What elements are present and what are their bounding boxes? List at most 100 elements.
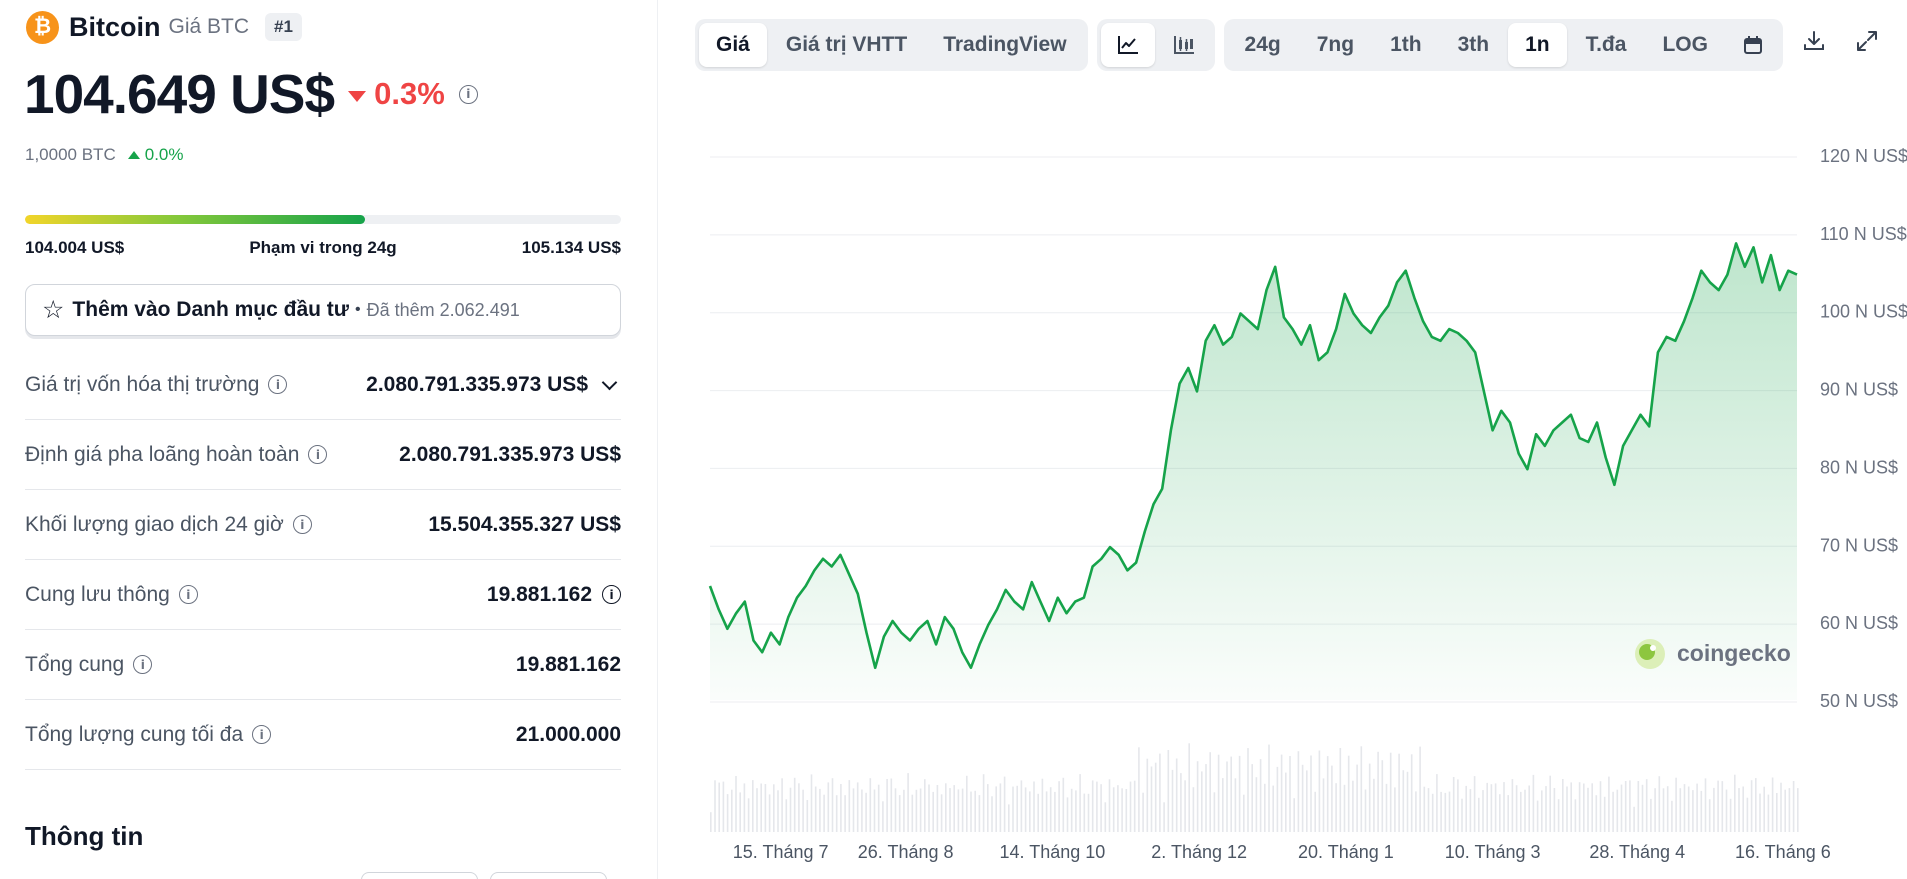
volume-bar [907,773,909,832]
volume-bar [1763,786,1765,832]
volume-bar [991,796,993,832]
volume-bar [882,801,884,832]
volume-bar [1297,751,1300,832]
caret-up-icon [127,151,140,159]
volume-bar [1368,763,1371,832]
market-cap-value-toggle[interactable]: 2.080.791.335.973 US$ [366,373,621,397]
info-icon[interactable]: i [178,585,198,604]
volume-bar [1713,787,1715,832]
volume-bar [1184,780,1186,832]
volume-bar [739,792,741,832]
info-icon[interactable]: i [268,375,288,394]
volume-bar [1217,754,1220,832]
volume-bar [1259,759,1262,832]
volume-bar [1301,764,1304,832]
info-pill[interactable] [490,872,607,879]
info-icon[interactable]: i [133,655,153,674]
volume-bar [760,783,762,832]
tab-market-cap[interactable]: Giá trị VHTT [769,23,924,67]
volume-bar [1612,791,1614,832]
volume-bar [1343,784,1346,832]
range-24h[interactable]: 24g [1228,23,1298,67]
y-tick-label: 110 N US$ [1820,224,1907,244]
volume-bar [911,794,914,832]
calendar-icon [1743,36,1762,54]
info-icon[interactable]: i [308,445,328,464]
volume-bar [1692,790,1694,832]
info-icon[interactable]: i [292,515,312,534]
volume-bar [1788,788,1791,832]
btc-change-percent: 0.0% [144,145,184,164]
price-area-fill [710,243,1797,700]
volume-bar [924,779,926,832]
info-icon[interactable]: i [602,585,621,604]
bitcoin-logo-icon: ₿ [26,10,59,44]
volume-bar [1742,786,1744,832]
volume-bar [940,794,943,832]
coin-name: Bitcoin [69,11,161,42]
tab-price[interactable]: Giá [699,23,767,67]
stat-value: 21.000.000 [515,722,621,746]
volume-bar [961,788,964,832]
fullscreen-button[interactable] [1845,19,1889,63]
volume-bar [1595,795,1598,832]
range-3m[interactable]: 3th [1441,23,1507,67]
info-pill[interactable] [361,872,478,879]
volume-bar [1222,778,1224,832]
volume-bar [1570,782,1572,832]
volume-bar [1389,752,1392,832]
volume-bar [1410,754,1413,832]
volume-bar [1717,780,1719,832]
range-1m[interactable]: 1th [1373,23,1439,67]
volume-bar [1511,779,1514,832]
range-log[interactable]: LOG [1645,23,1725,67]
volume-bar [1666,786,1669,832]
coin-summary-panel: ₿ Bitcoin Giá BTC #1 104.649 US$ 0.3% i … [0,0,658,879]
volume-bar [1797,788,1799,832]
tab-tradingview[interactable]: TradingView [926,23,1083,67]
star-icon: ☆ [42,295,65,324]
info-icon[interactable]: i [458,84,478,104]
volume-bar [1444,792,1447,832]
volume-bar [1499,794,1501,832]
range-1y[interactable]: 1n [1508,23,1567,67]
volume-bar [806,800,809,832]
candlestick-button[interactable] [1157,23,1211,67]
volume-bar [1494,783,1497,832]
volume-bar [1528,785,1530,832]
volume-bar [1591,783,1593,832]
volume-bar [1033,781,1035,832]
volume-bar [1658,776,1661,832]
volume-bar [970,791,972,832]
y-tick-label: 50 N US$ [1820,691,1898,711]
volume-bar [928,784,930,832]
volume-bar [1322,778,1325,832]
volume-bar [1058,781,1060,832]
x-tick-label: 26. Tháng 8 [858,842,954,862]
info-icon[interactable]: i [252,725,272,744]
add-to-portfolio-button[interactable]: ☆ Thêm vào Danh mục đầu tư • Đã thêm 2.0… [25,284,621,336]
volume-bar [1016,785,1018,832]
volume-bar [1696,783,1698,832]
range-max[interactable]: T.đa [1569,23,1644,67]
volume-bar [835,795,838,832]
stat-value: 15.504.355.327 US$ [428,512,621,536]
volume-bar [1293,798,1295,832]
volume-bar [1045,791,1048,832]
stat-row-total-supply: Tổng cung i 19.881.162 [25,630,621,700]
volume-bar [1486,782,1488,832]
range-label: Phạm vi trong 24g [249,238,397,257]
chart-type-group [1096,19,1215,71]
volume-bar [1406,771,1409,832]
download-button[interactable] [1792,19,1836,63]
volume-bar [1419,746,1421,832]
volume-bar [1066,797,1069,832]
volume-bar [1574,799,1577,832]
volume-bar [932,791,934,832]
volume-bar [1700,790,1703,832]
line-chart-button[interactable] [1100,23,1155,67]
x-tick-label: 2. Tháng 12 [1151,842,1247,862]
volume-bar [831,778,834,832]
calendar-button[interactable] [1727,23,1779,67]
range-7d[interactable]: 7ng [1300,23,1371,67]
